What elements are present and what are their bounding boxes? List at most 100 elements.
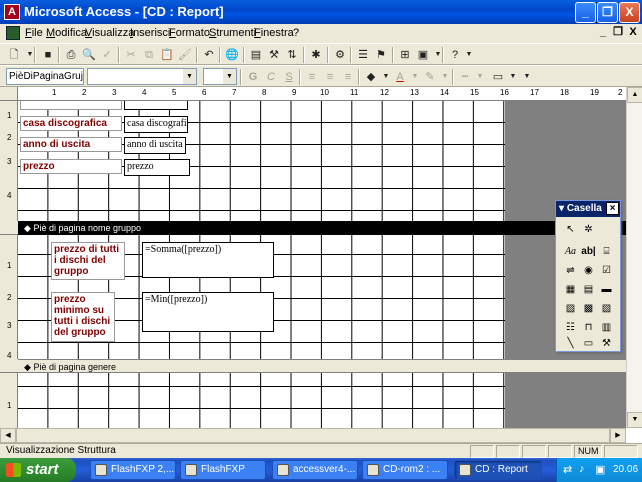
restore-button[interactable]: ❐ [597, 2, 618, 23]
menu-help[interactable]: ? [293, 27, 299, 39]
underline-icon[interactable]: S [281, 69, 297, 85]
menu-inserisci[interactable]: Inserisci [130, 27, 170, 39]
task-flashfxp-2[interactable]: FlashFXP 2,... [90, 460, 176, 480]
font-color-dropdown-icon[interactable]: ▼ [407, 69, 423, 85]
new-object-icon[interactable]: ▣ [415, 47, 431, 63]
textbox-prezzo[interactable]: prezzo [124, 159, 190, 176]
spelling-icon[interactable]: ✓ [99, 47, 115, 63]
scroll-up-icon[interactable]: ▲ [627, 87, 642, 103]
bound-object-frame-icon[interactable]: ▧ [598, 300, 615, 317]
font-combo[interactable]: ▼ [87, 68, 197, 85]
textbox-min-prezzo[interactable]: =Min([prezzo]) [142, 292, 274, 332]
cut-icon[interactable]: ✂ [123, 47, 139, 63]
toolbox-close-button[interactable]: × [606, 202, 619, 215]
chevron-down-icon[interactable]: ▼ [223, 69, 236, 84]
option-group-icon[interactable]: ⌸ [598, 243, 615, 260]
textbox-anno-di-uscita[interactable]: anno di uscita [124, 137, 186, 154]
vertical-ruler[interactable]: 1 2 3 4 1 2 3 4 1 [0, 101, 18, 428]
mdi-minimize-button[interactable]: _ [596, 26, 610, 40]
task-accessver4[interactable]: accessver4-... [272, 460, 358, 480]
horizontal-ruler[interactable]: 1 2 3 4 5 6 7 8 9 10 11 12 13 14 15 16 1… [18, 87, 626, 101]
undo-icon[interactable]: ↶ [201, 47, 217, 63]
access-app-icon[interactable]: A [4, 4, 20, 20]
label-tool-icon[interactable]: Aa [562, 243, 579, 260]
menu-modifica[interactable]: Modifica [46, 27, 87, 39]
horizontal-scroll-thumb[interactable] [16, 428, 610, 443]
toolbox-menu-icon[interactable]: ▾ [559, 203, 564, 214]
combo-box-icon[interactable]: ▦ [562, 281, 579, 298]
close-button[interactable]: X [619, 2, 640, 23]
line-tool-icon[interactable]: ╲ [562, 335, 579, 352]
insert-hyperlink-icon[interactable]: 🌐 [224, 47, 240, 63]
textbox-casa-discografica[interactable]: casa discografica [124, 116, 188, 133]
section-selector[interactable] [0, 221, 18, 235]
ruler-corner[interactable] [0, 87, 18, 101]
task-cd-report[interactable]: CD : Report [454, 460, 542, 480]
object-combo[interactable]: PièDiPaginaGruj [6, 68, 84, 85]
clock[interactable]: 20.06 [613, 464, 638, 475]
volume-icon[interactable]: ♪ [579, 463, 585, 475]
font-size-combo[interactable]: ▼ [203, 68, 237, 85]
network-icon[interactable]: ⇄ [563, 463, 572, 476]
paste-icon[interactable]: 📋 [159, 47, 175, 63]
textbox-tool-icon[interactable]: ab| [580, 243, 597, 260]
menu-file[interactable]: File [25, 27, 43, 39]
control-wizards-icon[interactable]: ✲ [580, 221, 597, 238]
align-center-icon[interactable]: ≡ [322, 69, 338, 85]
label-partial[interactable] [20, 101, 122, 110]
more-controls-icon[interactable]: ⚒ [598, 335, 615, 352]
chevron-down-icon[interactable]: ▼ [183, 69, 196, 84]
vertical-scrollbar[interactable]: ▲ ▼ [626, 87, 642, 428]
label-prezzo[interactable]: prezzo [20, 159, 122, 174]
option-button-icon[interactable]: ◉ [580, 262, 597, 279]
scroll-left-icon[interactable]: ◀ [0, 428, 16, 443]
tab-control-icon[interactable]: ⊓ [580, 319, 597, 336]
title-bar[interactable]: A Microsoft Access - [CD : Report] _ ❐ X [0, 0, 642, 24]
line-color-icon[interactable]: ✎ [422, 69, 438, 85]
menu-formato[interactable]: Formato [169, 27, 210, 39]
command-button-icon[interactable]: ▬ [598, 281, 615, 298]
menu-visualizza[interactable]: Visualizza [85, 27, 134, 39]
special-effect-icon[interactable]: ▭ [490, 69, 506, 85]
toolbox-palette[interactable]: ▾ Casella × ↖ ✲ Aa ab| ⌸ ⇌ ◉ ☑ ▦ ▤ ▬ ▨ ▩… [555, 200, 621, 352]
autoformat-icon[interactable]: ✱ [308, 47, 324, 63]
italic-icon[interactable]: C [263, 69, 279, 85]
genre-footer-band[interactable]: ◆ Piè di pagina genere [18, 359, 626, 373]
sorting-grouping-icon[interactable]: ⇅ [284, 47, 300, 63]
label-anno-di-uscita[interactable]: anno di uscita [20, 137, 122, 152]
line-width-icon[interactable]: ┅ [457, 69, 473, 85]
view-icon[interactable]: 🗋 [6, 47, 22, 63]
scroll-down-icon[interactable]: ▼ [627, 412, 642, 428]
format-painter-icon[interactable]: 🖌 [177, 47, 193, 63]
bold-icon[interactable]: G [245, 69, 261, 85]
toolbar-options-icon[interactable]: ▼ [461, 47, 477, 63]
task-flashfxp[interactable]: FlashFXP [180, 460, 266, 480]
minimize-button[interactable]: _ [575, 2, 596, 23]
toolbar-options-icon[interactable]: ▼ [519, 69, 535, 85]
page-break-icon[interactable]: ☷ [562, 319, 579, 336]
checkbox-tool-icon[interactable]: ☑ [598, 262, 615, 279]
label-prezzo-tutti-dischi[interactable]: prezzo di tutti i dischi del gruppo [51, 242, 125, 280]
menu-strumenti[interactable]: Strumenti [209, 27, 256, 39]
task-cd-rom2[interactable]: CD-rom2 : ... [362, 460, 448, 480]
rectangle-tool-icon[interactable]: ▭ [580, 335, 597, 352]
textbox-partial[interactable] [124, 101, 188, 110]
label-prezzo-minimo[interactable]: prezzo minimo su tutti i dischi del grup… [51, 292, 115, 342]
group-footer-band[interactable]: ◆ Piè di pagina nome gruppo [18, 221, 626, 235]
horizontal-scrollbar[interactable]: ◀ ▶ [0, 428, 626, 443]
start-button[interactable]: start [0, 458, 76, 482]
copy-icon[interactable]: ⧉ [141, 47, 157, 63]
toolbox-icon[interactable]: ⚒ [266, 47, 282, 63]
menu-finestra[interactable]: Finestra [254, 27, 294, 39]
toggle-button-icon[interactable]: ⇌ [562, 262, 579, 279]
mdi-close-button[interactable]: X [626, 26, 640, 40]
database-window-icon[interactable]: ⊞ [397, 47, 413, 63]
unbound-object-frame-icon[interactable]: ▩ [580, 300, 597, 317]
properties-icon[interactable]: ☰ [355, 47, 371, 63]
textbox-somma-prezzo[interactable]: =Somma([prezzo]) [142, 242, 274, 278]
print-icon[interactable]: ⎙ [63, 47, 79, 63]
select-objects-icon[interactable]: ↖ [562, 221, 579, 238]
section-selector[interactable] [0, 359, 18, 373]
build-icon[interactable]: ⚑ [373, 47, 389, 63]
field-list-icon[interactable]: ▤ [248, 47, 264, 63]
